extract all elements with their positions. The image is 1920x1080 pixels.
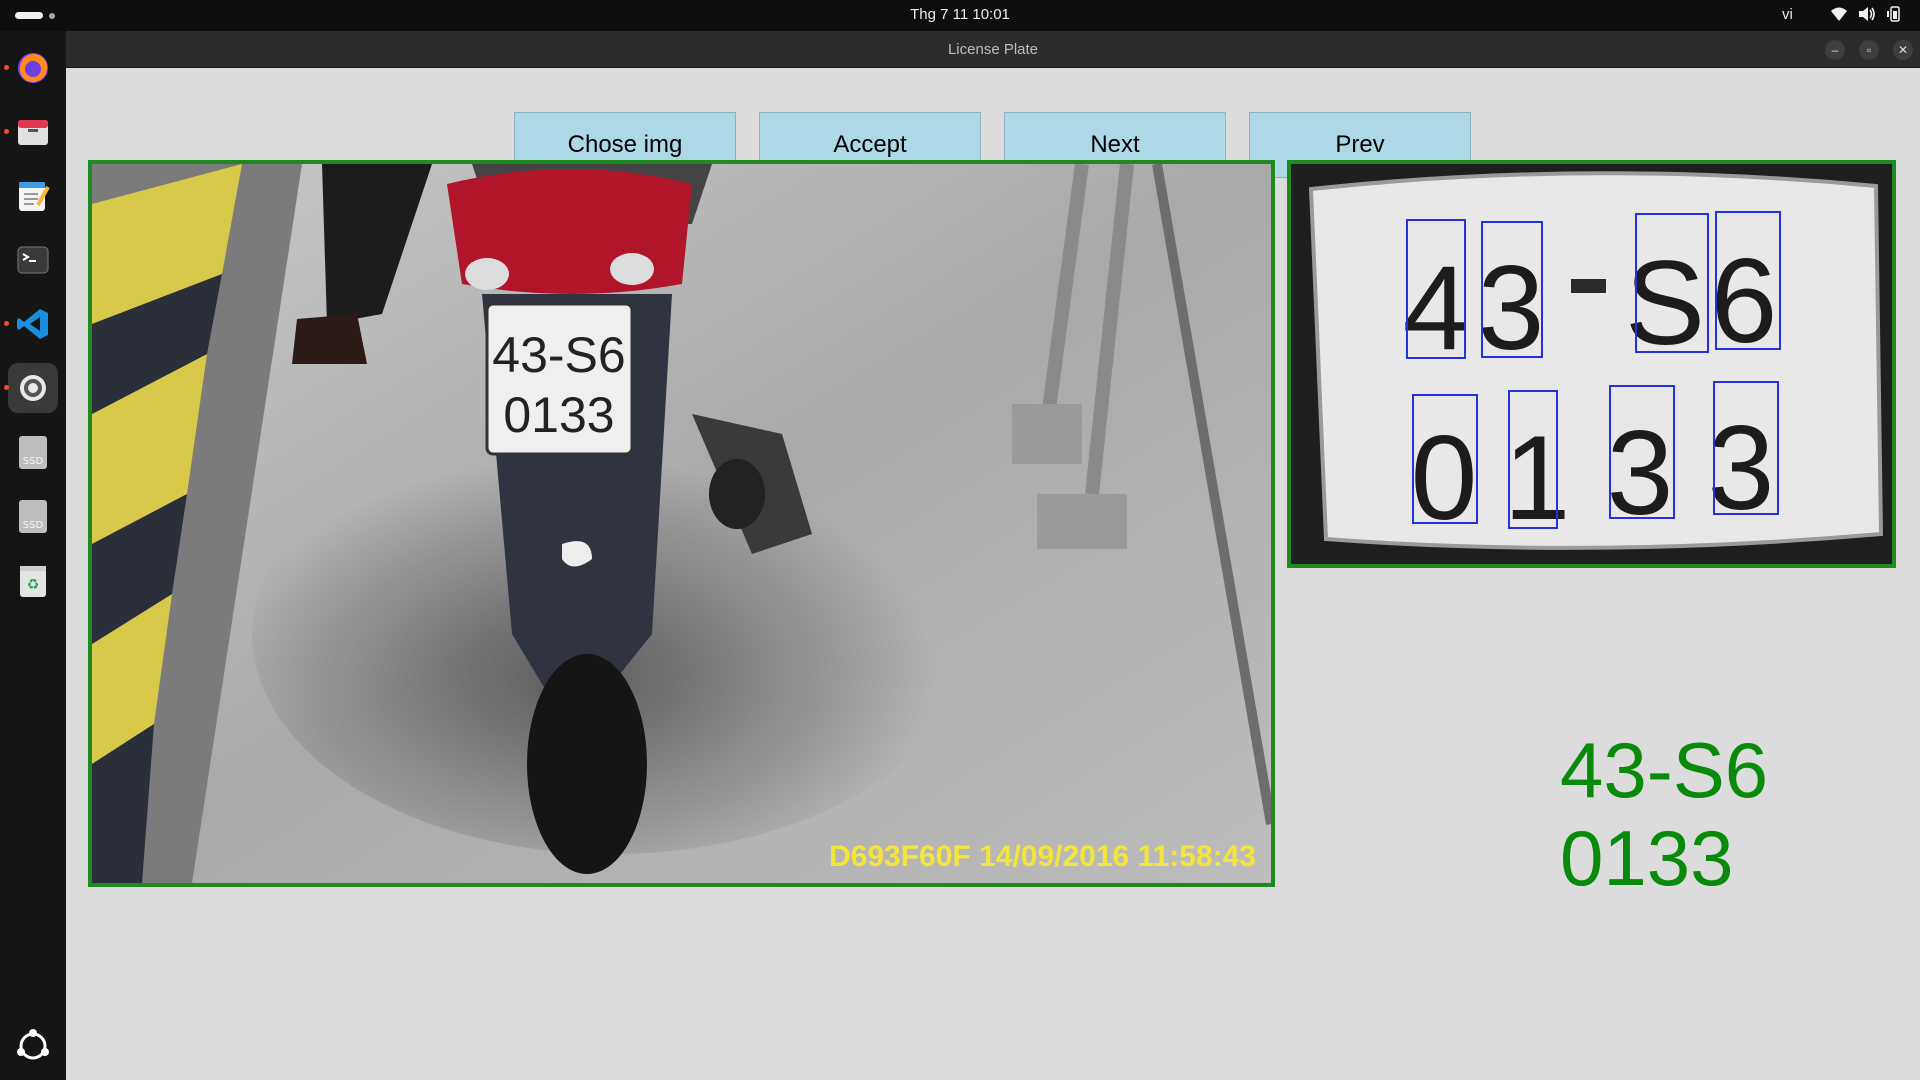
plate-char: 6 xyxy=(1711,234,1778,368)
maximize-button[interactable]: ▫ xyxy=(1859,40,1879,60)
camera-timestamp: D693F60F 14/09/2016 11:58:43 xyxy=(829,840,1256,873)
dock-vscode[interactable] xyxy=(4,299,58,349)
window-title: License Plate xyxy=(947,41,1039,58)
plate-char: 1 xyxy=(1504,411,1571,545)
files-icon xyxy=(18,120,48,145)
dock-ssd-1[interactable]: SSD xyxy=(8,427,58,477)
system-tray[interactable] xyxy=(1830,6,1910,26)
svg-text:SSD: SSD xyxy=(23,520,44,531)
dock-show-apps[interactable] xyxy=(8,1021,58,1071)
dock-settings[interactable] xyxy=(4,363,58,413)
input-language[interactable]: vi xyxy=(1782,6,1793,23)
svg-text:SSD: SSD xyxy=(23,456,44,467)
dock: SSD SSD ♻ xyxy=(0,31,66,1080)
ssd-drive-icon: SSD xyxy=(19,500,47,533)
svg-text:♻: ♻ xyxy=(27,577,40,593)
dock-firefox[interactable] xyxy=(4,43,58,93)
top-bar: Thg 7 11 10:01 vi xyxy=(0,0,1920,31)
camera-plate: 43-S6 0133 xyxy=(485,302,634,456)
terminal-icon xyxy=(17,246,49,274)
recognized-line-1: 43-S6 xyxy=(1560,726,1769,814)
dock-files[interactable] xyxy=(4,107,58,157)
text-editor-icon xyxy=(19,182,50,211)
dock-trash[interactable]: ♻ xyxy=(8,555,58,605)
plate-char: 4 xyxy=(1403,241,1470,375)
ssd-drive-icon: SSD xyxy=(19,436,47,469)
trash-icon: ♻ xyxy=(20,566,46,597)
volume-icon xyxy=(1858,6,1876,26)
ubuntu-apps-icon xyxy=(17,1029,49,1060)
plate-char: 3 xyxy=(1607,406,1674,540)
minimize-button[interactable]: – xyxy=(1825,40,1845,60)
dock-text-editor[interactable] xyxy=(8,171,58,221)
camera-image: 43-S6 0133 D693F60F 14/09/2016 11:58:43 xyxy=(88,160,1275,887)
wifi-icon xyxy=(1830,6,1848,26)
recognized-plate: 43-S6 0133 xyxy=(1560,726,1768,902)
svg-text:0133: 0133 xyxy=(503,387,614,443)
battery-icon xyxy=(1886,6,1904,26)
window-titlebar[interactable]: License Plate – ▫ ✕ xyxy=(66,31,1920,68)
dock-ssd-2[interactable]: SSD xyxy=(8,491,58,541)
plate-char: 3 xyxy=(1478,241,1545,375)
dock-terminal[interactable] xyxy=(8,235,58,285)
camera-scene: 43-S6 0133 D693F60F 14/09/2016 11:58:43 xyxy=(92,164,1271,883)
app-window: License Plate – ▫ ✕ Chose img Accept Nex… xyxy=(66,31,1920,1080)
plate-char: 0 xyxy=(1411,411,1478,545)
plate-crop-image: 4 3 S 6 0 1 3 3 xyxy=(1287,160,1896,568)
close-button[interactable]: ✕ xyxy=(1893,40,1913,60)
plate-crop: 4 3 S 6 0 1 3 3 xyxy=(1291,164,1892,564)
recognized-line-2: 0133 xyxy=(1560,814,1734,902)
vscode-icon xyxy=(17,309,48,339)
svg-text:43-S6: 43-S6 xyxy=(492,327,625,383)
settings-icon xyxy=(20,375,46,401)
clock[interactable]: Thg 7 11 10:01 xyxy=(0,6,1920,23)
firefox-icon xyxy=(18,53,48,83)
